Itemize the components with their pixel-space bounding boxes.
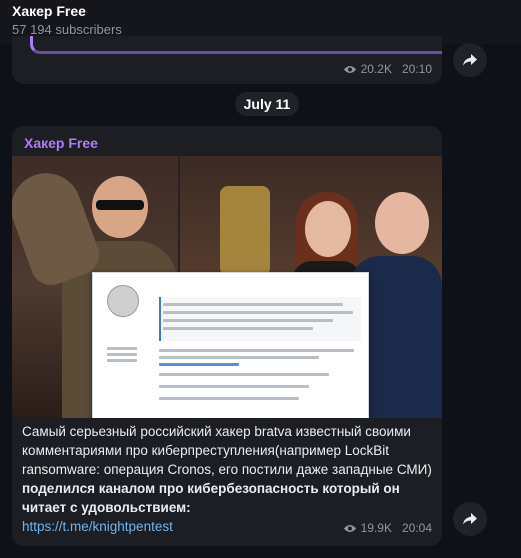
share-button-previous[interactable] xyxy=(453,43,487,77)
channel-title[interactable]: Хакер Free xyxy=(12,3,86,19)
subscriber-count: 57 194 subscribers xyxy=(12,22,122,37)
post-channel-name[interactable]: Хакер Free xyxy=(24,135,98,151)
previous-post-time: 20:10 xyxy=(401,62,432,76)
eye-icon xyxy=(343,65,356,73)
post-bubble: Хакер Free Самый серьезный российский ха… xyxy=(12,126,442,546)
caption-text: Самый серьезный российский хакер bratva … xyxy=(22,424,432,477)
caption-bold-text: поделился каналом про кибербезопасность … xyxy=(22,481,400,515)
share-icon xyxy=(463,54,477,66)
previous-post-meta: 20.2K 20:10 xyxy=(343,62,432,76)
post-meta: 19.9K 20:04 xyxy=(343,521,432,535)
date-separator: July 11 xyxy=(235,92,299,116)
share-button[interactable] xyxy=(453,502,487,536)
caption-link[interactable]: https://t.me/knightpentest xyxy=(22,519,173,534)
clock-shape xyxy=(220,186,270,276)
forum-avatar xyxy=(107,285,139,317)
post-caption: Самый серьезный российский хакер bratva … xyxy=(22,422,434,536)
post-views: 19.9K xyxy=(360,521,392,535)
previous-post-views: 20.2K xyxy=(360,62,392,76)
post-photo[interactable] xyxy=(12,156,442,418)
post-time: 20:04 xyxy=(401,521,432,535)
share-icon xyxy=(463,513,477,525)
eye-icon xyxy=(343,524,356,532)
previous-post-bubble: 20.2K 20:10 xyxy=(12,36,442,84)
forum-screenshot-overlay xyxy=(92,272,369,418)
preview-border xyxy=(30,36,442,54)
